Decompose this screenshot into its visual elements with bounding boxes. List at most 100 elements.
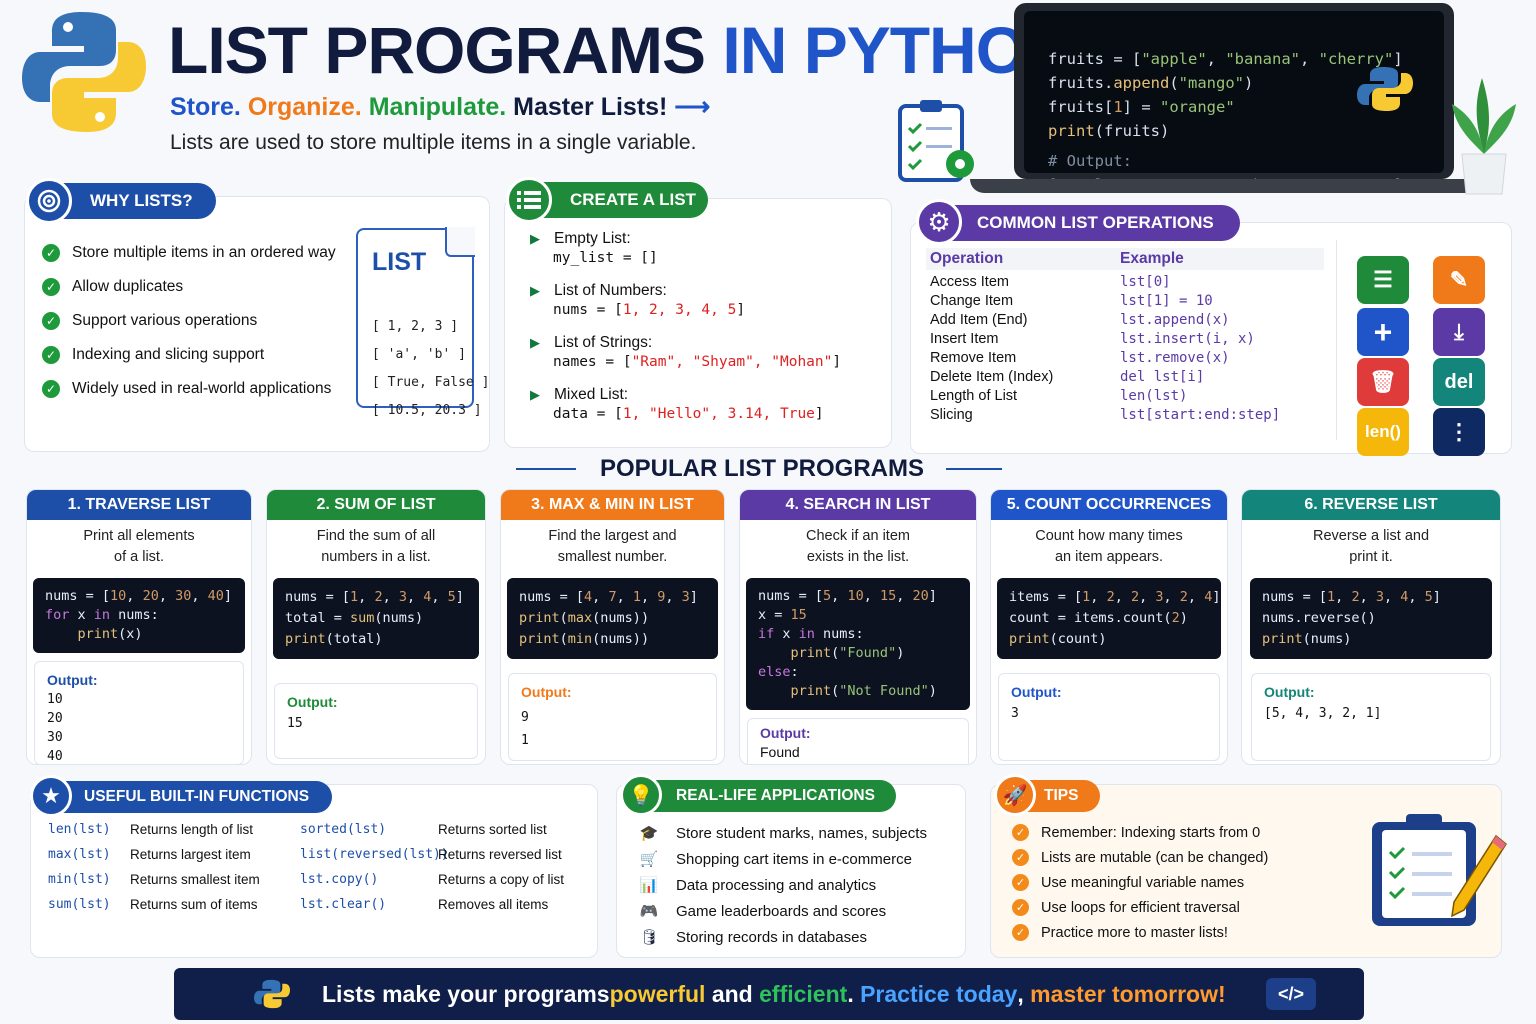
tagline: Store. Organize. Manipulate. Master List… xyxy=(170,92,710,122)
card-code: nums = [10, 20, 30, 40] for x in nums: p… xyxy=(33,578,245,653)
doc-line: [ True, False ] xyxy=(372,375,490,390)
ops-op: Slicing xyxy=(930,407,973,423)
builtin-desc: Returns sum of items xyxy=(130,897,258,912)
why-lists-title: WHY LISTS? xyxy=(90,191,193,210)
create-list-title: CREATE A LIST xyxy=(570,190,696,209)
why-lists-items: ✓ Store multiple items in an ordered way … xyxy=(42,236,336,406)
create-item-label: ▶ Mixed List: xyxy=(530,386,629,403)
python-logo xyxy=(22,12,146,132)
create-item-code: data = [1, "Hello", 3.14, True] xyxy=(553,406,824,422)
app-item: 🎓 Store student marks, names, subjects xyxy=(636,820,927,846)
ops-example: lst[1] = 10 xyxy=(1120,293,1213,309)
app-item: 🛢 Storing records in databases xyxy=(636,924,927,950)
ops-rows: Access Item lst[0] Change Item lst[1] = 10… xyxy=(926,274,1324,423)
footer-text-b: powerful xyxy=(609,980,706,1007)
download-tile-icon: ⤓ xyxy=(1433,308,1485,356)
card-description: Find the sum of all numbers in a list. xyxy=(316,528,436,565)
app-item: 🎮 Game leaderboards and scores xyxy=(636,898,927,924)
program-card-search: 4. SEARCH IN LIST Check if an item exists… xyxy=(739,489,977,765)
footer-text-d: efficient xyxy=(759,980,848,1007)
python-footer-icon xyxy=(254,979,290,1009)
gear-icon: ⚙ xyxy=(916,199,962,245)
list-tile-icon: ☰ xyxy=(1357,256,1409,304)
check-icon: ✓ xyxy=(1012,849,1029,866)
card-title: 5. COUNT OCCURRENCES xyxy=(991,490,1227,520)
create-item-label: ▶ List of Numbers: xyxy=(530,282,667,299)
builtin-desc: Returns sorted list xyxy=(438,822,547,837)
target-icon xyxy=(26,178,72,224)
laptop-line-4: print(fruits) xyxy=(1048,122,1170,140)
plant-icon xyxy=(1452,78,1516,195)
ops-op: Access Item xyxy=(930,274,1009,290)
program-card-count: 5. COUNT OCCURRENCES Count how many time… xyxy=(990,489,1228,765)
create-list-items: ▶ Empty List: my_list = [] ▶ List of Numbe… xyxy=(530,228,841,436)
ops-example: del lst[i] xyxy=(1120,369,1205,385)
card-description: Count how many times an item appears. xyxy=(1035,528,1183,565)
footer-text-c: and xyxy=(705,980,760,1007)
card-title: 3. MAX & MIN IN LIST xyxy=(501,490,724,520)
page-title: LIST PROGRAMS IN PYTHON xyxy=(168,12,1074,88)
output-label: Output: xyxy=(287,694,338,710)
tips-list: ✓ Remember: Indexing starts from 0 ✓ Lists… xyxy=(1012,820,1268,945)
tag-master: Master Lists! xyxy=(513,93,668,121)
trash-tile-icon: 🗑 xyxy=(1357,358,1409,406)
output-label: Output: xyxy=(1264,684,1315,700)
check-icon: ✓ xyxy=(1012,924,1029,941)
program-card-sum: 2. SUM OF LIST Find the sum of all number… xyxy=(266,489,486,765)
subtitle: Lists are used to store multiple items i… xyxy=(170,131,697,154)
card-output: Output: 15 xyxy=(274,683,478,759)
popular-title-line-left xyxy=(516,468,576,470)
title-part-1: LIST PROGRAMS xyxy=(168,13,706,87)
builtin-fn: sum(lst) xyxy=(48,897,111,912)
check-icon: ✓ xyxy=(42,346,60,364)
check-icon: ✓ xyxy=(42,244,60,262)
ops-example: lst[0] xyxy=(1120,274,1171,290)
more-tile-icon: ⋮ xyxy=(1433,408,1485,456)
tag-manipulate: Manipulate. xyxy=(368,93,507,121)
tag-store: Store. xyxy=(170,93,241,121)
card-output: Output: 91 xyxy=(508,673,717,761)
check-icon: ✓ xyxy=(1012,824,1029,841)
laptop-line-5: # Output: xyxy=(1048,152,1132,170)
create-item-code: my_list = [] xyxy=(553,250,658,266)
ops-header: COMMON LIST OPERATIONS xyxy=(920,205,1240,241)
ops-example: len(lst) xyxy=(1120,388,1188,404)
apps-header: REAL-LIFE APPLICATIONS xyxy=(624,780,896,812)
doc-line: [ 'a', 'b' ] xyxy=(372,347,466,362)
chart-icon: 📊 xyxy=(639,877,659,894)
card-description: Find the largest and smallest number. xyxy=(548,528,677,565)
gamepad-icon: 🎮 xyxy=(639,903,659,920)
builtin-desc: Returns smallest item xyxy=(130,872,260,887)
builtin-desc: Returns largest item xyxy=(130,847,251,862)
builtins-title: USEFUL BUILT-IN FUNCTIONS xyxy=(84,788,310,805)
check-icon: ✓ xyxy=(1012,874,1029,891)
card-title: 4. SEARCH IN LIST xyxy=(740,490,976,520)
why-item: ✓ Allow duplicates xyxy=(42,270,336,304)
output-label: Output: xyxy=(47,672,98,688)
check-icon: ✓ xyxy=(42,380,60,398)
ops-example: lst.remove(x) xyxy=(1120,350,1230,366)
card-output: Output: 3 xyxy=(998,673,1220,761)
ops-table: Operation Example Access Item lst[0] Chang… xyxy=(926,248,1324,423)
doc-line: [ 10.5, 20.3 ] xyxy=(372,403,482,418)
card-output: Output: Found xyxy=(747,718,969,764)
program-card-reverse: 6. REVERSE LIST Reverse a list and print … xyxy=(1241,489,1501,765)
builtin-desc: Removes all items xyxy=(438,897,549,912)
card-code: nums = [1, 2, 3, 4, 5] nums.reverse() pr… xyxy=(1250,578,1492,659)
edit-tile-icon: ✎ xyxy=(1433,256,1485,304)
ops-op: Length of List xyxy=(930,388,1018,404)
ops-op: Delete Item (Index) xyxy=(930,369,1054,385)
clipboard-pencil-icon xyxy=(1372,814,1507,926)
program-card-maxmin: 3. MAX & MIN IN LIST Find the largest an… xyxy=(500,489,725,765)
ops-example: lst.insert(i, x) xyxy=(1120,331,1255,347)
popular-title: POPULAR LIST PROGRAMS xyxy=(600,455,925,482)
tag-organize: Organize. xyxy=(247,93,362,121)
len-tile-icon: len() xyxy=(1357,408,1409,456)
card-description: Check if an item exists in the list. xyxy=(806,528,910,565)
card-description: Reverse a list and print it. xyxy=(1312,528,1430,565)
ops-col-example: Example xyxy=(1120,250,1184,267)
footer-text-h: master tomorrow! xyxy=(1030,980,1226,1007)
builtin-fn: min(lst) xyxy=(48,872,111,887)
create-item-code: names = ["Ram", "Shyam", "Mohan"] xyxy=(553,354,842,370)
card-code: items = [1, 2, 2, 3, 2, 4] count = items… xyxy=(997,578,1221,659)
